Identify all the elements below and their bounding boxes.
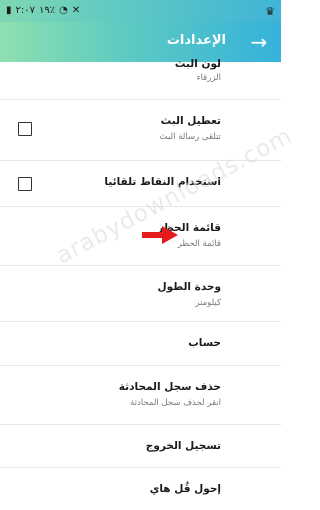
status-left: ▮ ٢:٠٧ ١٩٪ ◔ ✕ xyxy=(6,6,80,16)
setting-title: وحدة الطول xyxy=(157,281,221,293)
battery-percent: ١٩٪ xyxy=(39,5,56,16)
auto-points-checkbox[interactable] xyxy=(18,177,32,191)
setting-broadcast-color[interactable]: لون البث الزرقاء xyxy=(0,58,281,100)
red-arrow-icon xyxy=(142,226,178,244)
signal-icon: ▮ xyxy=(6,5,12,16)
page-title: الإعدادات xyxy=(166,33,226,48)
status-bar: ▮ ٢:٠٧ ١٩٪ ◔ ✕ ♛ xyxy=(0,0,281,22)
setting-title: تعطيل البث xyxy=(160,115,221,127)
disable-broadcast-checkbox[interactable] xyxy=(18,122,32,136)
setting-title: إحول قُل هاي xyxy=(149,483,221,495)
mute-icon: ✕ xyxy=(71,5,81,16)
setting-logout[interactable]: تسجيل الخروج xyxy=(0,425,281,468)
setting-subtitle: تتلقى رسالة البث xyxy=(159,132,221,142)
setting-subtitle: انقر لحذف سجل المحادثة xyxy=(130,398,221,408)
setting-subtitle: كيلومتر xyxy=(195,298,221,308)
settings-list: لون البث الزرقاء تعطيل البث تتلقى رسالة … xyxy=(0,58,281,510)
setting-delete-chat-history[interactable]: حذف سجل المحادثة انقر لحذف سجل المحادثة xyxy=(0,366,281,425)
setting-account[interactable]: حساب xyxy=(0,322,281,366)
setting-title: حذف سجل المحادثة xyxy=(118,381,221,393)
status-time: ٢:٠٧ xyxy=(15,5,35,16)
wifi-icon: ◔ xyxy=(59,5,68,16)
app-bar: → الإعدادات xyxy=(0,22,281,62)
setting-title: لون البث xyxy=(174,58,221,70)
notification-icon: ♛ xyxy=(265,4,275,18)
setting-title: حساب xyxy=(188,337,221,349)
setting-length-unit[interactable]: وحدة الطول كيلومتر xyxy=(0,266,281,322)
setting-subtitle: الزرقاء xyxy=(196,73,221,83)
arrow-right-icon[interactable]: → xyxy=(247,30,271,54)
setting-about[interactable]: إحول قُل هاي xyxy=(0,468,281,510)
setting-title: تسجيل الخروج xyxy=(145,440,221,452)
